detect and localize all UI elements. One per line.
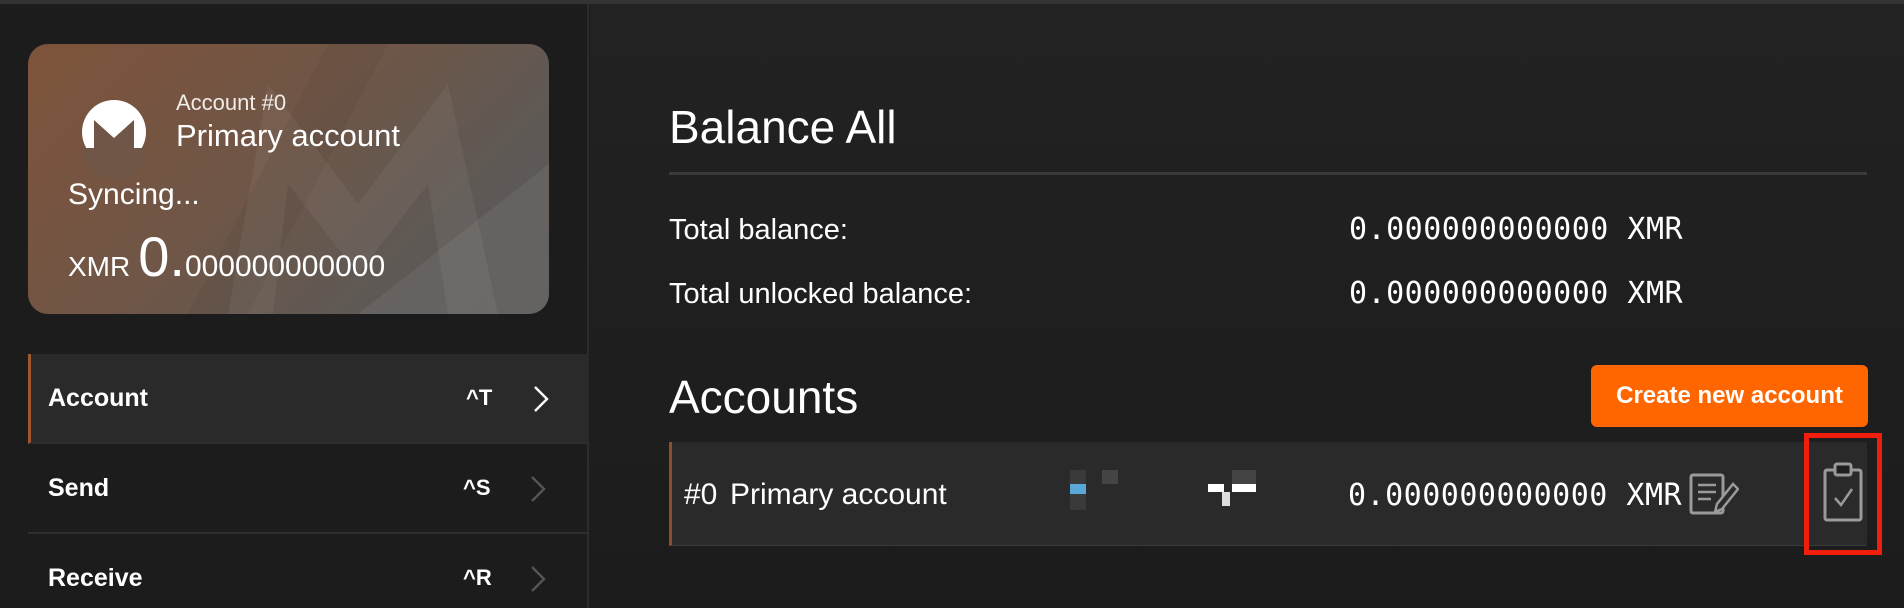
highlight-box <box>1804 433 1882 555</box>
sync-status: Syncing... <box>68 178 200 211</box>
sidebar-item-send[interactable]: Send ^S <box>28 444 589 534</box>
total-balance-value: 0.000000000000 XMR <box>1349 212 1684 247</box>
account-row-balance: 0.000000000000 XMR <box>1348 478 1683 513</box>
account-number: Account #0 <box>176 90 287 115</box>
shortcut-label: ^S <box>463 475 491 500</box>
sidebar-item-label: Account <box>48 383 148 412</box>
render-artifact <box>1070 470 1118 510</box>
shortcut-label: ^T <box>466 385 493 410</box>
account-card[interactable]: Account #0 Primary account Syncing... XM… <box>28 44 549 314</box>
unlocked-balance-value: 0.000000000000 XMR <box>1349 276 1684 311</box>
sidebar: Account #0 Primary account Syncing... XM… <box>0 4 589 608</box>
account-index: #0 <box>684 478 718 511</box>
chevron-right-icon <box>531 476 546 502</box>
balance-decimals: 000000000000 <box>184 250 386 283</box>
render-artifact <box>1208 470 1256 506</box>
account-name: Primary account <box>176 118 400 153</box>
main-content: Balance All Total balance: 0.00000000000… <box>590 4 1904 608</box>
create-account-button[interactable]: Create new account <box>1591 365 1868 427</box>
account-row-name: Primary account <box>730 478 947 511</box>
chevron-right-icon <box>531 566 546 592</box>
copy-clipboard-icon[interactable] <box>1821 460 1865 524</box>
divider <box>669 172 1867 175</box>
total-balance-label: Total balance: <box>669 214 848 246</box>
chevron-right-icon <box>534 386 549 412</box>
shortcut-label: ^R <box>463 565 492 590</box>
balance-integer: 0. <box>138 225 185 288</box>
unlocked-balance-label: Total unlocked balance: <box>669 278 973 310</box>
sidebar-item-label: Receive <box>48 563 143 592</box>
edit-label-icon[interactable] <box>1689 472 1739 516</box>
currency-label: XMR <box>68 251 131 282</box>
accounts-title: Accounts <box>669 371 859 423</box>
sidebar-item-label: Send <box>48 473 110 502</box>
account-row[interactable]: #0 Primary account 0.000000000000 XMR <box>669 442 1867 546</box>
sidebar-item-receive[interactable]: Receive ^R <box>28 534 589 608</box>
card-balance: XMR 0.000000000000 <box>68 224 385 289</box>
sidebar-item-account[interactable]: Account ^T <box>28 354 589 444</box>
sidebar-nav: Account ^T Send ^S Receive ^R <box>28 354 589 608</box>
wallet-app: Account #0 Primary account Syncing... XM… <box>0 0 1904 608</box>
monero-logo-icon <box>82 100 146 178</box>
balance-title: Balance All <box>669 101 897 153</box>
